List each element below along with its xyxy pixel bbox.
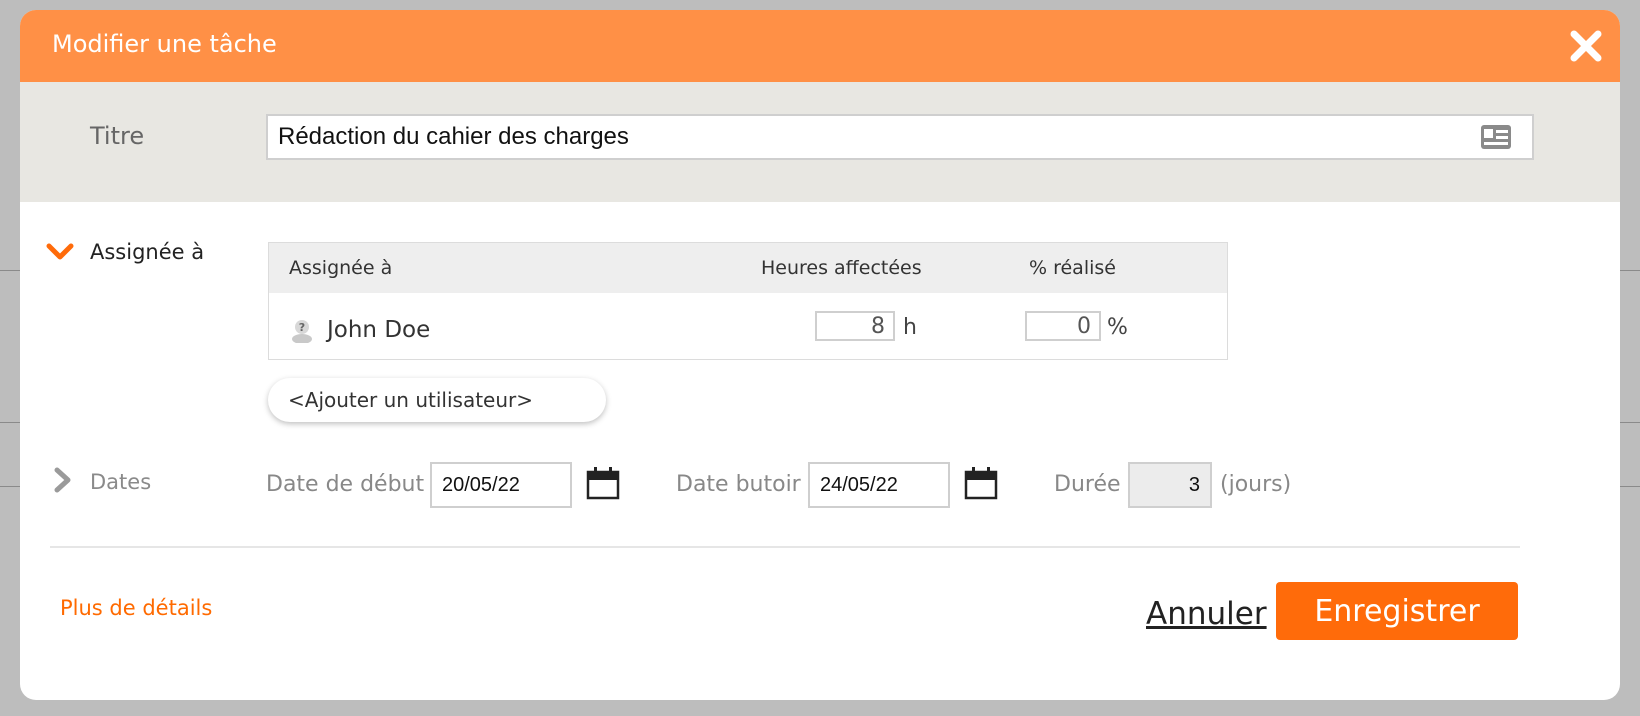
hours-input[interactable]	[815, 311, 895, 341]
footer-divider	[50, 546, 1520, 548]
save-button[interactable]: Enregistrer	[1276, 582, 1518, 640]
chevron-down-icon[interactable]	[46, 238, 74, 266]
title-label: Titre	[90, 122, 145, 150]
duration-unit: (jours)	[1220, 472, 1292, 497]
percent-unit: %	[1107, 315, 1128, 340]
unknown-user-icon: ?	[292, 320, 312, 343]
table-row: ? John Doe h %	[269, 293, 1227, 359]
assignee-name: John Doe	[327, 317, 431, 343]
chevron-right-icon[interactable]	[48, 466, 76, 494]
assigned-section-label[interactable]: Assignée à	[90, 240, 204, 264]
table-header: Assignée à Heures affectées % réalisé	[269, 243, 1227, 293]
due-date-label: Date butoir	[676, 472, 801, 497]
column-header-assignee: Assignée à	[289, 257, 393, 279]
cancel-button[interactable]: Annuler	[1146, 596, 1267, 632]
duration-label: Durée	[1054, 472, 1121, 497]
start-date-label: Date de début	[266, 472, 425, 497]
duration-input	[1128, 462, 1212, 508]
title-section: Titre	[20, 82, 1620, 202]
column-header-percent: % réalisé	[1029, 257, 1116, 279]
title-field	[266, 114, 1534, 160]
hours-unit: h	[903, 315, 917, 340]
assignment-table: Assignée à Heures affectées % réalisé ? …	[268, 242, 1228, 360]
percent-input[interactable]	[1025, 311, 1101, 341]
add-user-button[interactable]: <Ajouter un utilisateur>	[268, 378, 606, 422]
id-card-icon[interactable]	[1480, 124, 1512, 150]
dialog-title: Modifier une tâche	[52, 30, 277, 58]
dates-section-label[interactable]: Dates	[90, 470, 151, 494]
calendar-icon[interactable]	[964, 466, 998, 500]
more-details-link[interactable]: Plus de détails	[60, 596, 212, 620]
title-input[interactable]	[268, 116, 1488, 158]
calendar-icon[interactable]	[586, 466, 620, 500]
dialog-header: Modifier une tâche	[20, 10, 1620, 82]
close-icon[interactable]	[1566, 26, 1606, 66]
column-header-hours: Heures affectées	[761, 257, 922, 279]
edit-task-dialog: Modifier une tâche Titre Assignée à Assi…	[20, 10, 1620, 700]
svg-text:?: ?	[299, 321, 305, 334]
due-date-input[interactable]	[808, 462, 950, 508]
start-date-input[interactable]	[430, 462, 572, 508]
